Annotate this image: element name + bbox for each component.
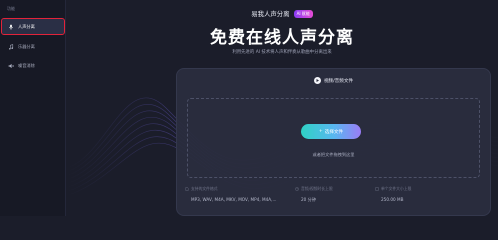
media-file-icon [313, 77, 321, 84]
noise-icon [8, 63, 14, 69]
brand-name: 易我人声分离 [251, 10, 290, 18]
file-icon [185, 186, 189, 192]
sidebar-item-instrument-separation[interactable]: 乐器分离 [2, 39, 64, 54]
clock-icon [295, 186, 299, 192]
app-window: 功能 人声分离 乐器分离 噪音消除 易我人声分离 AI 赋能 免费在线人声分离 … [0, 0, 498, 216]
size-icon [375, 186, 379, 192]
main-content: 易我人声分离 AI 赋能 免费在线人声分离 利用先进的 AI 技术将人声和伴奏从… [66, 0, 498, 216]
sidebar: 功能 人声分离 乐器分离 噪音消除 [0, 0, 66, 216]
music-icon [8, 43, 14, 50]
sidebar-section-label: 功能 [7, 6, 15, 11]
sidebar-item-label: 人声分离 [18, 23, 35, 29]
plus-icon: + [318, 129, 323, 134]
info-label: 音频/视频时长上限 [301, 186, 333, 191]
sidebar-item-label: 噪音消除 [18, 62, 35, 68]
upload-panel: 视频/音频文件 + 选择文件 或者把文件拖拽到这里 支持的文件格式 MP3, W… [176, 68, 491, 216]
info-label: 支持的文件格式 [191, 186, 218, 191]
sidebar-item-vocal-separation[interactable]: 人声分离 [1, 18, 65, 35]
drop-hint: 或者把文件拖拽到这里 [312, 152, 355, 157]
sidebar-item-noise-removal[interactable]: 噪音消除 [2, 58, 64, 73]
select-file-label: 选择文件 [324, 129, 344, 135]
info-value: MP3, WAV, M4A, MKV, MOV, MP4, M4A,... [191, 197, 277, 202]
page-title: 免费在线人声分离 [210, 28, 354, 48]
size-limit-info: 单个文件大小上限 250.00 MB [375, 186, 475, 202]
brand-bar: 易我人声分离 AI 赋能 [66, 9, 498, 18]
supported-formats-info: 支持的文件格式 MP3, WAV, M4A, MKV, MOV, MP4, M4… [185, 186, 285, 202]
info-label: 单个文件大小上限 [381, 186, 412, 191]
upload-panel-header: 视频/音频文件 [177, 77, 490, 84]
info-value: 250.00 MB [381, 197, 404, 202]
ai-badge: AI 赋能 [293, 9, 313, 18]
file-limits-info: 支持的文件格式 MP3, WAV, M4A, MKV, MOV, MP4, M4… [185, 186, 482, 212]
page-subtitle: 利用先进的 AI 技术将人声和伴奏从歌曲中分离出来 [232, 50, 332, 55]
microphone-icon [8, 24, 14, 30]
upload-panel-title: 视频/音频文件 [323, 78, 354, 84]
select-file-button[interactable]: + 选择文件 [301, 124, 361, 139]
file-drop-zone[interactable]: + 选择文件 或者把文件拖拽到这里 [187, 98, 480, 178]
sidebar-item-label: 乐器分离 [18, 43, 35, 49]
